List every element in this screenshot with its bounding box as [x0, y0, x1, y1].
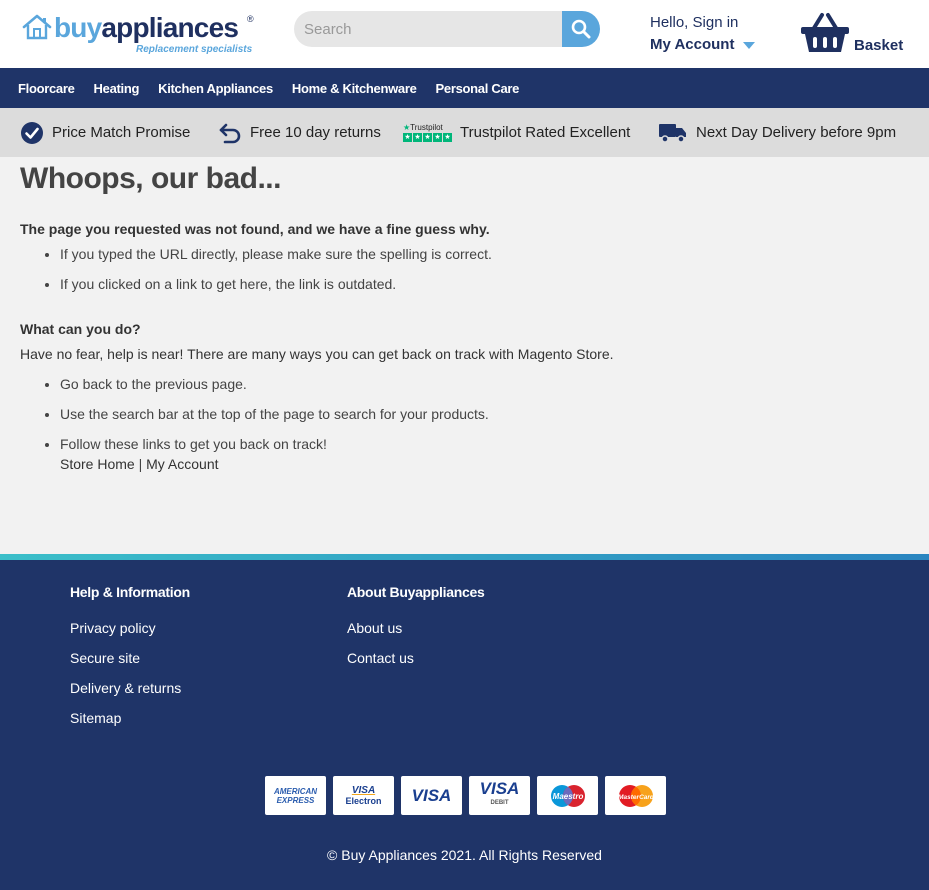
basket-button[interactable]: Basket [800, 12, 910, 58]
search-hint-text: Use the search bar at the top of the pag… [60, 406, 489, 422]
footer-help-heading: Help & Information [70, 584, 190, 600]
brand-name: buyappliances [54, 12, 239, 44]
follow-links-text: Follow these links to get you back on tr… [60, 436, 327, 452]
footer-help-column: Help & Information Privacy policy Secure… [70, 584, 190, 740]
basket-icon [801, 13, 849, 52]
amex-line1: AMERICAN [273, 786, 318, 796]
footer-link-privacy-policy[interactable]: Privacy policy [70, 620, 190, 636]
footer-link-sitemap[interactable]: Sitemap [70, 710, 190, 726]
page-title: Whoops, our bad... [20, 162, 281, 195]
payment-cards: AMERICAN EXPRESS VISA Electron VISA VISA… [265, 776, 666, 815]
return-arrow-icon [219, 123, 241, 143]
action-go-back: Go back to the previous page. [60, 376, 489, 392]
nav-item-heating[interactable]: Heating [94, 81, 140, 96]
brand-name-part1: buy [54, 12, 102, 43]
amex-card-icon: AMERICAN EXPRESS [265, 776, 326, 815]
nav-item-kitchen-appliances[interactable]: Kitchen Appliances [158, 81, 273, 96]
recovery-links: Store Home | My Account [60, 456, 489, 472]
usp-delivery-text: Next Day Delivery before 9pm [696, 124, 897, 141]
action-follow-links: Follow these links to get you back on tr… [60, 436, 489, 472]
brand-tagline: Replacement specialists [136, 44, 253, 55]
footer-link-contact-us[interactable]: Contact us [347, 650, 484, 666]
not-found-intro: The page you requested was not found, an… [20, 221, 490, 237]
help-text: Have no fear, help is near! There are ma… [20, 346, 614, 362]
usp-delivery: Next Day Delivery before 9pm [658, 108, 896, 157]
nav-item-home-kitchenware[interactable]: Home & Kitchenware [292, 81, 417, 96]
check-circle-icon [21, 121, 43, 144]
main-content: Whoops, our bad... The page you requeste… [20, 158, 910, 553]
footer-about-column: About Buyappliances About us Contact us [347, 584, 485, 680]
search-button[interactable] [562, 11, 600, 47]
truck-icon [659, 123, 686, 143]
usp-bar: Price Match Promise Free 10 day returns … [0, 108, 929, 157]
reasons-list: If you typed the URL directly, please ma… [60, 246, 492, 306]
copyright-text: © Buy Appliances 2021. All Rights Reserv… [327, 847, 602, 863]
mastercard-card-icon: MasterCard [605, 776, 666, 815]
visa-electron-card-icon: VISA Electron [333, 776, 394, 815]
house-icon [22, 14, 52, 40]
mastercard-logo-icon: MasterCard [618, 784, 655, 807]
go-back-text: Go back to the previous page. [60, 376, 247, 392]
nav-item-floorcare[interactable]: Floorcare [18, 81, 75, 96]
brand-name-part2: appliances [101, 12, 239, 43]
electron-bottom: Electron [345, 795, 382, 806]
visa-debit-card-icon: VISA DEBIT [469, 776, 530, 815]
account-menu[interactable]: Hello, Sign in My Account [650, 13, 770, 57]
maestro-card-icon: Maestro [537, 776, 598, 815]
action-search: Use the search bar at the top of the pag… [60, 406, 489, 422]
footer-about-heading: About Buyappliances [347, 584, 485, 600]
site-footer: Help & Information Privacy policy Secure… [0, 560, 929, 890]
electron-top: VISA [351, 784, 376, 796]
usp-price-match: Price Match Promise [20, 108, 190, 157]
my-account-link[interactable]: My Account [650, 36, 734, 53]
usp-returns-text: Free 10 day returns [250, 124, 381, 141]
footer-link-delivery-returns[interactable]: Delivery & returns [70, 680, 190, 696]
my-account-recovery-link[interactable]: My Account [146, 456, 218, 472]
footer-link-about-us[interactable]: About us [347, 620, 484, 636]
what-can-you-do-heading: What can you do? [20, 321, 141, 337]
registered-mark: ® [247, 14, 254, 24]
basket-label: Basket [854, 37, 904, 54]
maestro-logo-text: Maestro [552, 792, 583, 801]
trustpilot-stars-icon: ★Trustpilot ★ ★ ★ ★ ★ [403, 123, 452, 142]
search-input[interactable] [294, 11, 564, 47]
reason-item: If you clicked on a link to get here, th… [60, 276, 492, 292]
debit-bottom: DEBIT [490, 799, 509, 806]
debit-top: VISA [479, 778, 520, 798]
visa-text: VISA [411, 785, 452, 805]
site-logo[interactable]: buyappliances ® Replacement specialists [22, 12, 262, 60]
trustpilot-logo-text: ★Trustpilot [403, 123, 443, 132]
search-bar [294, 11, 600, 47]
usp-trustpilot-text: Trustpilot Rated Excellent [460, 124, 631, 141]
usp-returns: Free 10 day returns [218, 108, 381, 157]
reason-item: If you typed the URL directly, please ma… [60, 246, 492, 262]
link-separator: | [138, 456, 143, 472]
store-home-link[interactable]: Store Home [60, 456, 135, 472]
site-header: buyappliances ® Replacement specialists … [0, 0, 929, 68]
mastercard-logo-text: MasterCard [618, 794, 655, 801]
search-icon [571, 19, 591, 39]
account-greeting: Hello, Sign in [650, 14, 739, 31]
maestro-logo-icon: Maestro [550, 784, 585, 807]
nav-item-personal-care[interactable]: Personal Care [436, 81, 520, 96]
main-navigation: Floorcare Heating Kitchen Appliances Hom… [0, 68, 929, 108]
actions-list: Go back to the previous page. Use the se… [60, 376, 489, 486]
usp-trustpilot: ★Trustpilot ★ ★ ★ ★ ★ Trustpilot Rated Excel… [403, 108, 630, 157]
caret-down-icon[interactable] [743, 42, 755, 49]
visa-card-icon: VISA [401, 776, 462, 815]
amex-line2: EXPRESS [276, 795, 315, 805]
usp-price-match-text: Price Match Promise [52, 124, 191, 141]
footer-link-secure-site[interactable]: Secure site [70, 650, 190, 666]
